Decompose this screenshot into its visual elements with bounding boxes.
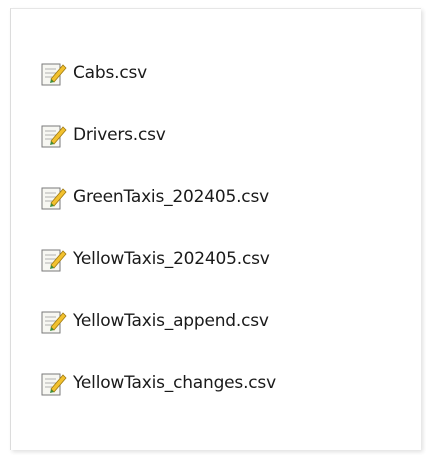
- file-name: Cabs.csv: [73, 62, 148, 83]
- file-list: Cabs.csv Drivers.csv GreenTaxis_202405.c…: [39, 57, 276, 398]
- notepad-file-icon: [41, 63, 67, 85]
- notepad-file-icon: [41, 311, 67, 333]
- file-item-drivers[interactable]: Drivers.csv: [39, 119, 276, 150]
- notepad-file-icon: [41, 373, 67, 395]
- notepad-file-icon: [41, 125, 67, 147]
- file-item-cabs[interactable]: Cabs.csv: [39, 57, 276, 88]
- file-item-yellowtaxis-202405[interactable]: YellowTaxis_202405.csv: [39, 243, 276, 274]
- file-name: GreenTaxis_202405.csv: [73, 186, 269, 207]
- file-name: YellowTaxis_changes.csv: [73, 372, 276, 393]
- file-name: Drivers.csv: [73, 124, 166, 145]
- file-item-yellowtaxis-changes[interactable]: YellowTaxis_changes.csv: [39, 367, 276, 398]
- file-name: YellowTaxis_append.csv: [73, 310, 269, 331]
- file-item-greentaxis-202405[interactable]: GreenTaxis_202405.csv: [39, 181, 276, 212]
- file-item-yellowtaxis-append[interactable]: YellowTaxis_append.csv: [39, 305, 276, 336]
- notepad-file-icon: [41, 187, 67, 209]
- file-name: YellowTaxis_202405.csv: [73, 248, 270, 269]
- file-list-panel: Cabs.csv Drivers.csv GreenTaxis_202405.c…: [10, 8, 421, 450]
- notepad-file-icon: [41, 249, 67, 271]
